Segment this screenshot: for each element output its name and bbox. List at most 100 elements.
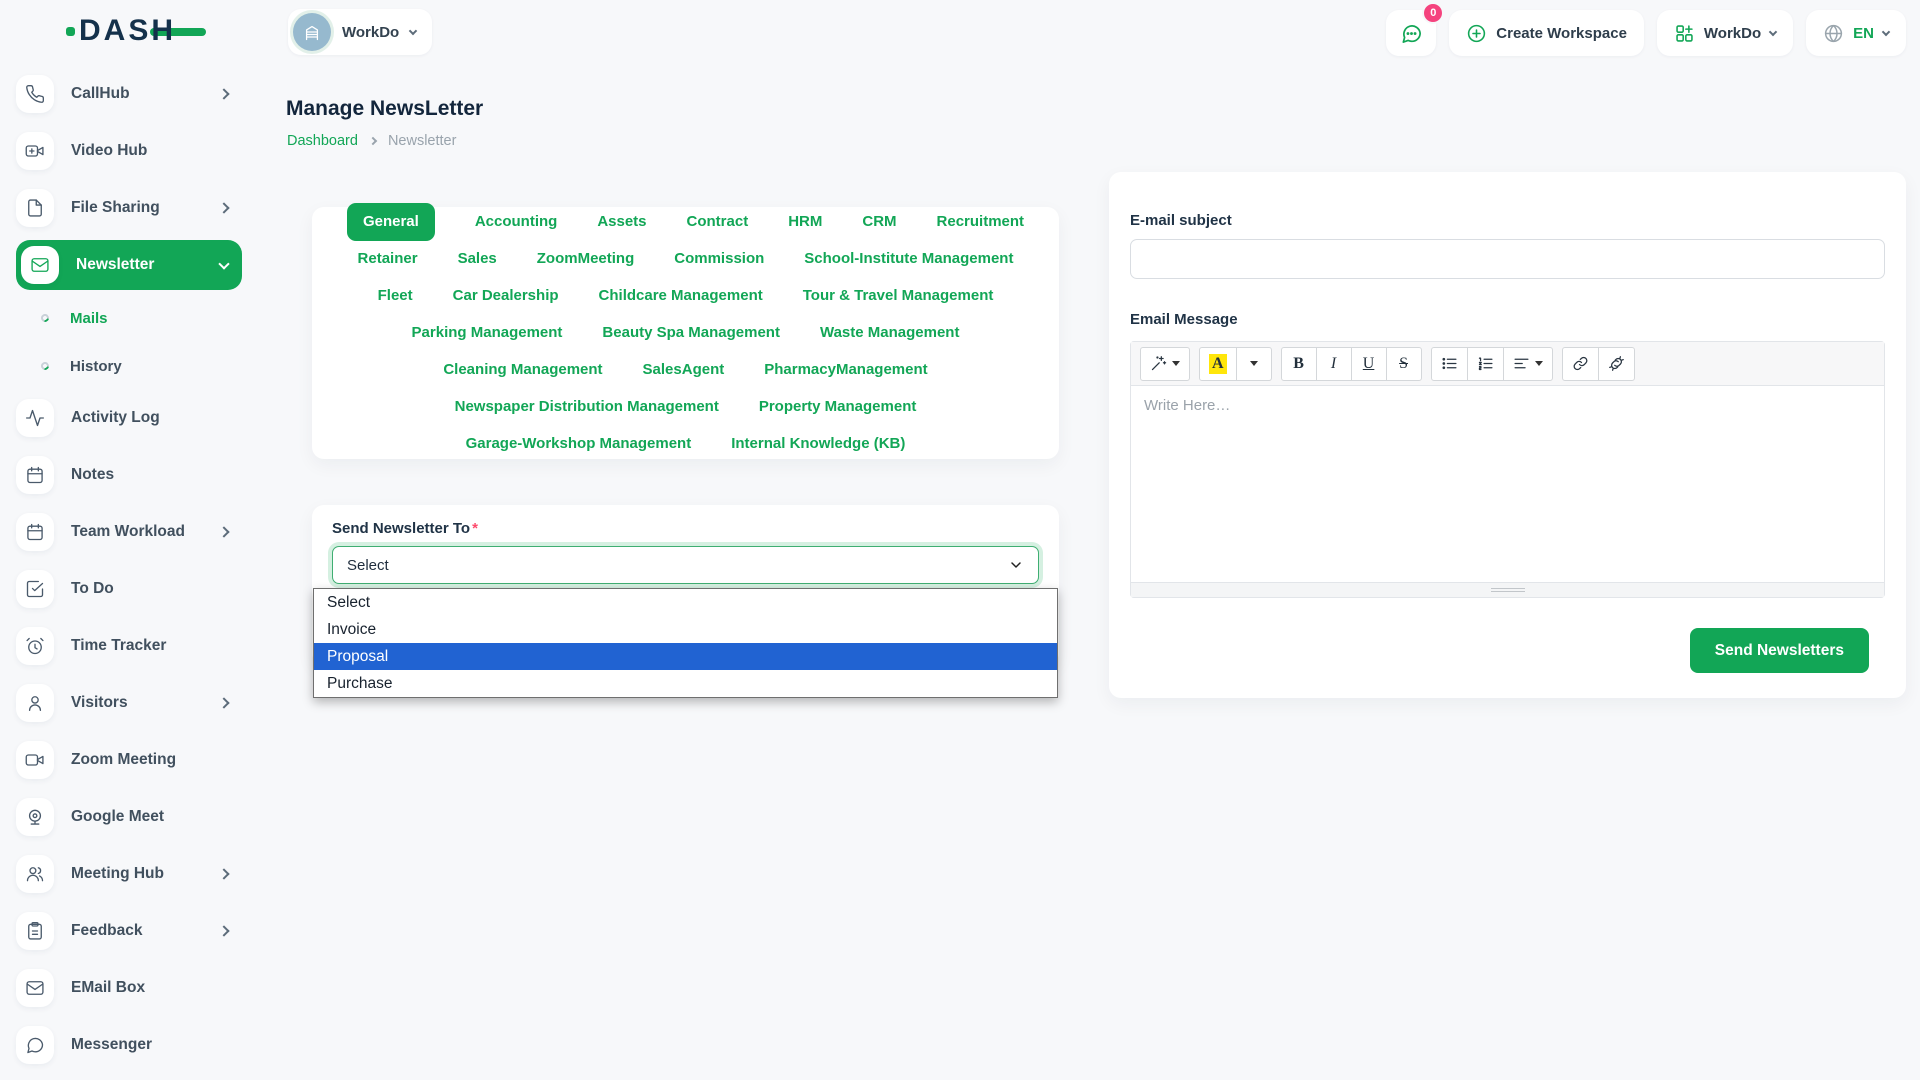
category-tag-zoommeeting[interactable]: ZoomMeeting [537, 250, 635, 268]
unordered-list-button[interactable] [1431, 347, 1468, 381]
sidebar-item-label: To Do [71, 580, 242, 598]
breadcrumb-dashboard-link[interactable]: Dashboard [287, 133, 358, 149]
category-tag-internal-knowledge-kb[interactable]: Internal Knowledge (KB) [731, 435, 905, 453]
sidebar-item-zoom-meeting[interactable]: Zoom Meeting [16, 740, 242, 780]
sidebar-item-visitors[interactable]: Visitors [16, 683, 242, 723]
link-icon [1572, 355, 1589, 372]
sidebar-item-time-tracker[interactable]: Time Tracker [16, 626, 242, 666]
select-value: Select [347, 557, 389, 574]
magic-style-button[interactable] [1140, 347, 1190, 381]
category-tag-tour-travel-management[interactable]: Tour & Travel Management [803, 287, 994, 305]
send-to-dropdown-list: SelectInvoiceProposalPurchase [313, 588, 1058, 698]
font-color-caret-button[interactable] [1236, 347, 1272, 381]
page-title: Manage NewsLetter [286, 97, 483, 121]
category-tag-childcare-management[interactable]: Childcare Management [599, 287, 763, 305]
send-newsletters-button[interactable]: Send Newsletters [1690, 628, 1869, 673]
sidebar-item-callhub[interactable]: CallHub [16, 74, 242, 114]
category-tag-accounting[interactable]: Accounting [475, 213, 558, 231]
sidebar-item-label: Google Meet [71, 808, 242, 826]
video-plus-icon [16, 132, 54, 170]
sidebar-item-feedback[interactable]: Feedback [16, 911, 242, 951]
dropdown-option-purchase[interactable]: Purchase [314, 670, 1057, 697]
caret-down-icon [1535, 361, 1543, 366]
create-workspace-button[interactable]: Create Workspace [1449, 10, 1644, 56]
sidebar-item-file-sharing[interactable]: File Sharing [16, 188, 242, 228]
dropdown-option-select[interactable]: Select [314, 589, 1057, 616]
editor-textarea[interactable]: Write Here… [1131, 386, 1884, 582]
plus-circle-icon [1466, 23, 1487, 44]
category-tag-salesagent[interactable]: SalesAgent [643, 361, 725, 379]
video-icon [16, 741, 54, 779]
category-tag-retainer[interactable]: Retainer [358, 250, 418, 268]
dropdown-option-proposal[interactable]: Proposal [314, 643, 1057, 670]
category-tag-contract[interactable]: Contract [687, 213, 749, 231]
chevron-down-icon [218, 258, 229, 269]
category-tag-hrm[interactable]: HRM [788, 213, 822, 231]
app-logo[interactable]: DASH [66, 14, 206, 48]
chevron-down-icon [1008, 557, 1024, 573]
category-tag-car-dealership[interactable]: Car Dealership [453, 287, 559, 305]
top-header: DASH WorkDo 0 Create Workspace WorkDo EN [0, 0, 1920, 64]
alarm-icon [16, 627, 54, 665]
workspace-selector[interactable]: WorkDo [288, 9, 432, 55]
language-label: EN [1853, 25, 1874, 42]
message-label: Email Message [1130, 311, 1885, 328]
category-tag-pharmacymanagement[interactable]: PharmacyManagement [764, 361, 927, 379]
app-switcher-button[interactable]: WorkDo [1657, 10, 1793, 56]
sidebar-item-email-box[interactable]: EMail Box [16, 968, 242, 1008]
bold-button[interactable]: B [1281, 347, 1317, 381]
sidebar-item-mails[interactable]: Mails [16, 302, 242, 334]
insert-link-button[interactable] [1562, 347, 1599, 381]
category-tag-cleaning-management[interactable]: Cleaning Management [443, 361, 602, 379]
mail-icon [21, 246, 59, 284]
activity-icon [16, 399, 54, 437]
sidebar-item-to-do[interactable]: To Do [16, 569, 242, 609]
strikethrough-button[interactable]: S [1386, 347, 1422, 381]
sidebar-item-newsletter[interactable]: Newsletter [16, 240, 242, 290]
dropdown-option-invoice[interactable]: Invoice [314, 616, 1057, 643]
editor-resize-handle[interactable] [1131, 582, 1884, 597]
language-selector[interactable]: EN [1806, 10, 1906, 56]
building-icon [302, 22, 322, 42]
ordered-list-button[interactable] [1467, 347, 1504, 381]
italic-button[interactable]: I [1316, 347, 1352, 381]
sidebar-item-label: File Sharing [71, 199, 220, 217]
webcam-icon [16, 798, 54, 836]
category-tag-sales[interactable]: Sales [458, 250, 497, 268]
sidebar-item-video-hub[interactable]: Video Hub [16, 131, 242, 171]
sidebar-item-activity-log[interactable]: Activity Log [16, 398, 242, 438]
category-tag-crm[interactable]: CRM [862, 213, 896, 231]
send-to-select[interactable]: Select [332, 546, 1039, 584]
sidebar-item-google-meet[interactable]: Google Meet [16, 797, 242, 837]
unlink-button[interactable] [1598, 347, 1635, 381]
workspace-name: WorkDo [342, 24, 399, 41]
richtext-editor: A B I U S [1130, 341, 1885, 598]
category-tag-property-management[interactable]: Property Management [759, 398, 917, 416]
category-tag-school-institute-management[interactable]: School-Institute Management [804, 250, 1013, 268]
font-color-button[interactable]: A [1199, 347, 1237, 381]
users-icon [16, 855, 54, 893]
sidebar-item-history[interactable]: History [16, 350, 242, 382]
sidebar-item-team-workload[interactable]: Team Workload [16, 512, 242, 552]
subject-input[interactable] [1130, 239, 1885, 279]
paragraph-align-button[interactable] [1503, 347, 1553, 381]
grip-icon [1491, 591, 1525, 592]
category-tag-newspaper-distribution-management[interactable]: Newspaper Distribution Management [455, 398, 719, 416]
sidebar-item-notes[interactable]: Notes [16, 455, 242, 495]
category-tag-commission[interactable]: Commission [674, 250, 764, 268]
underline-button[interactable]: U [1351, 347, 1387, 381]
category-tag-general[interactable]: General [347, 203, 435, 241]
category-tag-recruitment[interactable]: Recruitment [937, 213, 1025, 231]
messages-button[interactable]: 0 [1386, 10, 1436, 56]
category-tag-beauty-spa-management[interactable]: Beauty Spa Management [602, 324, 780, 342]
category-tag-parking-management[interactable]: Parking Management [412, 324, 563, 342]
editor-toolbar: A B I U S [1131, 342, 1884, 386]
sidebar-item-meeting-hub[interactable]: Meeting Hub [16, 854, 242, 894]
category-tag-garage-workshop-management[interactable]: Garage-Workshop Management [466, 435, 692, 453]
sidebar-item-messenger[interactable]: Messenger [16, 1025, 242, 1065]
category-tag-fleet[interactable]: Fleet [378, 287, 413, 305]
category-tag-waste-management[interactable]: Waste Management [820, 324, 959, 342]
category-tag-assets[interactable]: Assets [597, 213, 646, 231]
mail-icon [16, 969, 54, 1007]
logo-dot [66, 27, 75, 36]
